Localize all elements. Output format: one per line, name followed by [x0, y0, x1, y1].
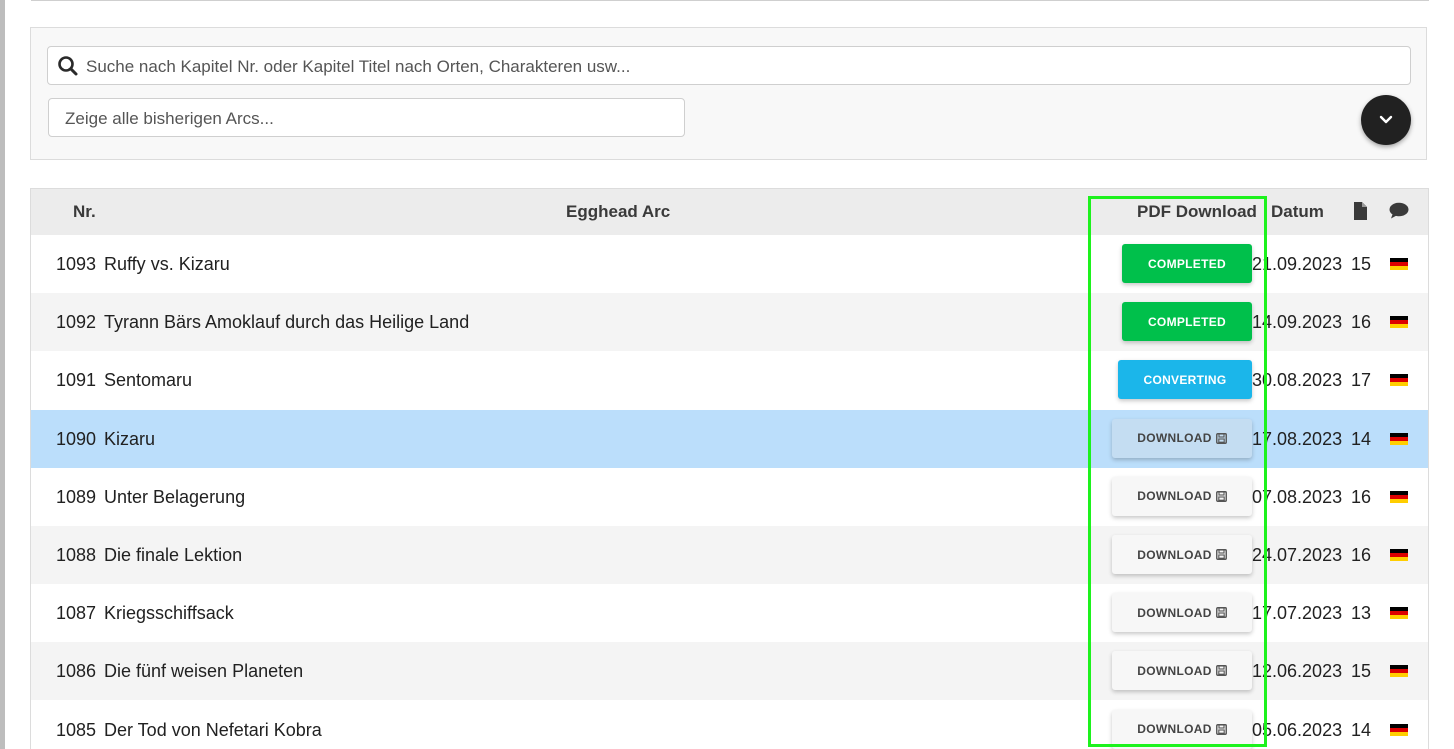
search-icon	[57, 55, 79, 77]
save-icon	[1215, 549, 1227, 560]
chapter-title[interactable]: Unter Belagerung	[104, 468, 245, 526]
chapter-title[interactable]: Kriegsschiffsack	[104, 584, 234, 642]
save-icon	[1215, 432, 1227, 444]
chapter-title[interactable]: Ruffy vs. Kizaru	[104, 235, 230, 293]
pdf-status-label: COMPLETED	[1147, 314, 1227, 329]
search-input[interactable]	[84, 47, 1398, 86]
chapter-date: 12.06.2023	[1252, 661, 1343, 682]
chapter-date: 24.07.2023	[1252, 545, 1343, 565]
chapter-number: 1091	[56, 370, 97, 391]
download-button[interactable]: DOWNLOAD	[1112, 593, 1252, 633]
table-row[interactable]: 1090 Kizaru DOWNLOAD 17.08.2023 14	[31, 409, 1428, 468]
chapter-number: 1086	[56, 661, 97, 682]
save-icon	[1215, 607, 1227, 619]
page-count: 14	[1351, 428, 1372, 449]
german-flag-icon	[1390, 258, 1408, 271]
pdf-status-label: DOWNLOAD	[1137, 431, 1212, 446]
page-count: 15	[1351, 254, 1372, 274]
download-button[interactable]: DOWNLOAD	[1112, 535, 1252, 574]
pdf-status-label: DOWNLOAD	[1137, 722, 1212, 737]
save-icon	[1215, 665, 1227, 677]
download-button[interactable]: DOWNLOAD	[1112, 651, 1252, 691]
chapter-table: Nr. Egghead Arc PDF Download Datum 1093 R…	[30, 188, 1429, 749]
chapter-date: 05.06.2023	[1252, 719, 1343, 740]
chapter-title[interactable]: Die finale Lektion	[104, 526, 242, 584]
arc-filter-field[interactable]	[48, 98, 685, 138]
table-row[interactable]: 1087 Kriegsschiffsack DOWNLOAD 17.07.2023 13	[31, 584, 1428, 643]
german-flag-icon	[1390, 723, 1408, 737]
expand-filters-button[interactable]	[1361, 95, 1411, 145]
chapter-date: 17.07.2023	[1252, 603, 1343, 624]
download-button[interactable]: DOWNLOAD	[1112, 709, 1252, 749]
page-count: 16	[1351, 312, 1372, 333]
german-flag-icon	[1390, 432, 1408, 446]
chapter-title[interactable]: Sentomaru	[104, 351, 192, 409]
chapter-date: 14.09.2023	[1252, 312, 1343, 333]
table-header: Nr. Egghead Arc PDF Download Datum	[31, 189, 1428, 235]
chapter-number: 1093	[56, 254, 97, 274]
document-icon[interactable]	[1353, 202, 1367, 222]
german-flag-icon	[1390, 665, 1408, 678]
page-count: 15	[1351, 661, 1372, 682]
search-panel	[30, 27, 1427, 160]
save-icon	[1215, 723, 1227, 735]
comment-icon[interactable]	[1389, 202, 1409, 222]
table-row[interactable]: 1085 Der Tod von Nefetari Kobra DOWNLOAD 05…	[31, 700, 1428, 749]
pdf-status-label: COMPLETED	[1147, 256, 1227, 271]
download-button[interactable]: DOWNLOAD	[1112, 476, 1252, 516]
table-row[interactable]: 1089 Unter Belagerung DOWNLOAD 07.08.2023 16	[31, 467, 1428, 526]
pdf-status-label: CONVERTING	[1143, 372, 1227, 387]
chapter-date: 21.09.2023	[1252, 254, 1343, 274]
page-count: 13	[1351, 603, 1372, 624]
pdf-status-label: DOWNLOAD	[1137, 547, 1212, 562]
german-flag-icon	[1390, 316, 1408, 329]
table-row[interactable]: 1092 Tyrann Bärs Amoklauf durch das Heili…	[31, 293, 1428, 352]
chapter-number: 1085	[56, 719, 97, 740]
chapter-date: 17.08.2023	[1252, 428, 1343, 449]
top-divider	[31, 0, 1429, 1]
header-arc[interactable]: Egghead Arc	[566, 189, 670, 235]
header-nr[interactable]: Nr.	[73, 189, 96, 235]
chapter-number: 1088	[56, 545, 97, 565]
table-row[interactable]: 1088 Die finale Lektion DOWNLOAD 24.07.2023…	[31, 526, 1428, 584]
chapter-title[interactable]: Der Tod von Nefetari Kobra	[104, 701, 322, 749]
converting-button[interactable]: CONVERTING	[1118, 360, 1252, 400]
chapter-title[interactable]: Die fünf weisen Planeten	[104, 642, 303, 700]
pdf-status-label: DOWNLOAD	[1137, 663, 1212, 678]
chapter-number: 1090	[56, 428, 97, 449]
arc-filter-input[interactable]	[63, 99, 667, 138]
download-button[interactable]: DOWNLOAD	[1112, 418, 1252, 458]
chevron-down-icon	[1379, 115, 1393, 124]
chapter-date: 07.08.2023	[1252, 486, 1343, 507]
chapter-title[interactable]: Tyrann Bärs Amoklauf durch das Heilige L…	[104, 293, 469, 351]
table-row[interactable]: 1091 Sentomaru CONVERTING 30.08.2023 17	[31, 351, 1428, 410]
page-count: 14	[1351, 719, 1372, 740]
save-icon	[1215, 490, 1227, 502]
header-datum[interactable]: Datum	[1271, 189, 1324, 235]
german-flag-icon	[1390, 490, 1408, 504]
chapter-number: 1092	[56, 312, 97, 333]
completed-button[interactable]: COMPLETED	[1122, 244, 1252, 283]
table-row[interactable]: 1086 Die fünf weisen Planeten DOWNLOAD 12.0…	[31, 642, 1428, 701]
pdf-status-label: DOWNLOAD	[1137, 489, 1212, 504]
search-field[interactable]	[47, 46, 1411, 86]
chapter-title[interactable]: Kizaru	[104, 410, 155, 468]
page-count: 16	[1351, 486, 1372, 507]
page-count: 16	[1351, 545, 1372, 565]
german-flag-icon	[1390, 607, 1408, 620]
header-pdf-download[interactable]: PDF Download	[1137, 189, 1257, 235]
page-left-border	[0, 0, 5, 749]
german-flag-icon	[1390, 374, 1408, 387]
chapter-number: 1089	[56, 486, 97, 507]
chapter-number: 1087	[56, 603, 97, 624]
table-row[interactable]: 1093 Ruffy vs. Kizaru COMPLETED 21.09.2023 1…	[31, 235, 1428, 293]
completed-button[interactable]: COMPLETED	[1122, 302, 1252, 342]
pdf-status-label: DOWNLOAD	[1137, 605, 1212, 620]
page-count: 17	[1351, 370, 1372, 391]
chapter-date: 30.08.2023	[1252, 370, 1343, 391]
german-flag-icon	[1390, 549, 1408, 562]
